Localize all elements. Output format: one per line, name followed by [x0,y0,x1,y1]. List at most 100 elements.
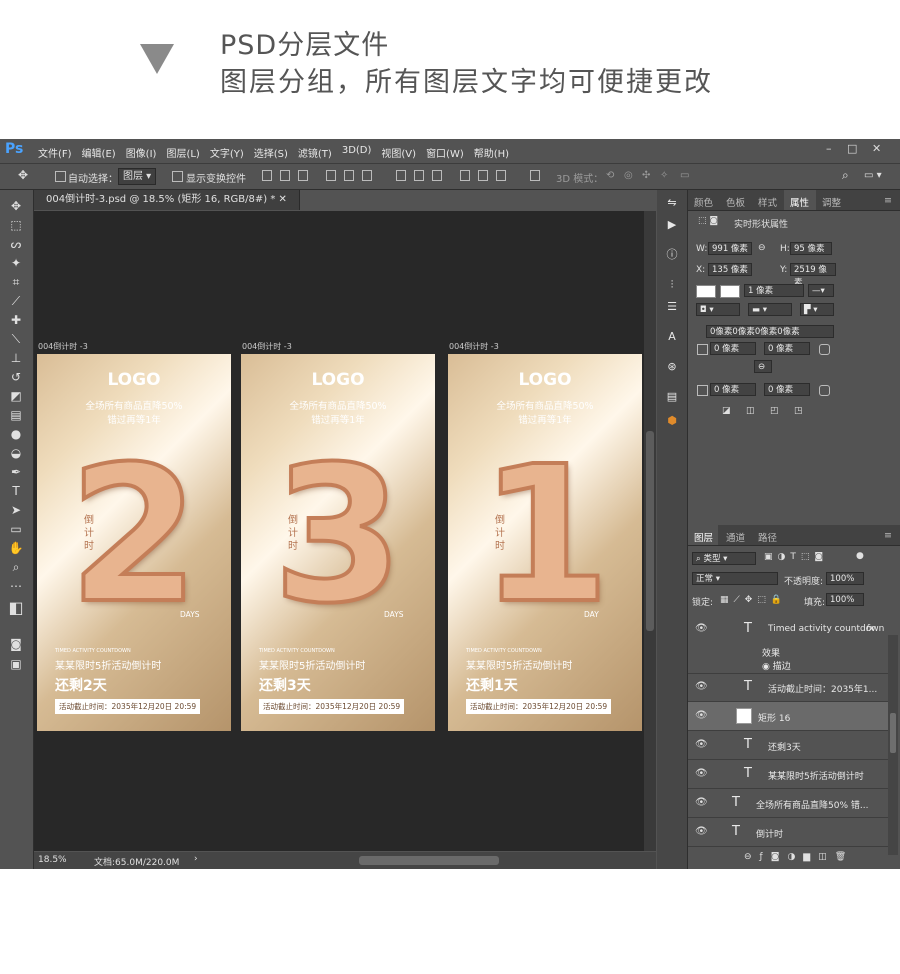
vertical-scrollbar[interactable] [644,211,656,851]
move-tool-icon[interactable]: ✥ [8,198,24,214]
close-tab-icon[interactable]: ✕ [279,194,287,205]
menu-edit[interactable]: 编辑(E) [82,145,116,160]
intersect-shapes-icon[interactable]: ◰ [770,406,779,416]
panel-menu-icon[interactable]: ≡ [884,530,892,541]
maximize-icon[interactable]: □ [847,142,857,155]
panel-menu-icon[interactable]: ≡ [884,195,892,206]
brush-settings-icon[interactable]: ⫶ [665,278,679,292]
document-tab[interactable]: 004倒计时-3.psd @ 18.5% (矩形 16, RGB/8#) * ✕ [34,190,300,210]
stroke-corners-dropdown[interactable]: ▛ ▾ [800,303,834,316]
history-icon[interactable]: ⇋ [665,196,679,210]
height-field[interactable]: 95 像素 [790,242,832,255]
hand-tool-icon[interactable]: ✋ [8,540,24,556]
tab-paths[interactable]: 路径 [758,530,777,544]
align-bottom-icon[interactable] [298,170,308,181]
layer-row[interactable]: 👁 T 倒计时 [688,818,888,847]
stroke-caps-dropdown[interactable]: ▬ ▾ [748,303,792,316]
clone-stamp-icon[interactable]: ⊥ [8,350,24,366]
eye-icon[interactable]: 👁 [695,710,708,721]
3d-rotate-icon[interactable]: ⟲ [606,170,614,181]
width-field[interactable]: 991 像素 [708,242,752,255]
tab-swatches[interactable]: 色板 [726,195,745,209]
tab-layers[interactable]: 图层 [694,530,713,544]
fill-field[interactable]: 100% [826,593,864,606]
eye-icon[interactable]: 👁 [695,681,708,692]
quick-mask-icon[interactable]: ◙ [8,636,24,652]
menu-window[interactable]: 窗口(W) [426,145,464,160]
tab-properties[interactable]: 属性 [790,195,809,209]
layer-row[interactable]: 👁 T 活动截止时间：2035年1... [688,673,888,702]
crop-tool-icon[interactable]: ⌗ [8,274,24,290]
align-left-icon[interactable] [326,170,336,181]
3d-icon[interactable]: ⬢ [665,414,679,428]
pen-tool-icon[interactable]: ✒ [8,464,24,480]
zoom-tool-icon[interactable]: ⌕ [8,559,24,575]
menu-layer[interactable]: 图层(L) [166,145,199,160]
tab-styles[interactable]: 样式 [758,195,777,209]
3d-roll-icon[interactable]: ◎ [624,170,633,181]
eye-icon[interactable]: 👁 [695,739,708,750]
tab-channels[interactable]: 通道 [726,530,745,544]
distribute-top-icon[interactable] [396,170,406,181]
brush-tool-icon[interactable]: ⟍ [8,331,24,347]
close-icon[interactable]: ✕ [872,142,881,155]
align-right-icon[interactable] [362,170,372,181]
eye-icon[interactable]: 👁 [695,768,708,779]
library-icon[interactable]: ▤ [665,390,679,404]
layer-row[interactable]: 👁 T 全场所有商品直降50% 错... [688,789,888,818]
radius-tr-field[interactable]: 0 像素 [764,342,810,355]
marquee-tool-icon[interactable]: ⬚ [8,217,24,233]
blend-mode-dropdown[interactable]: 正常 ▾ [692,572,778,585]
tab-color[interactable]: 颜色 [694,195,713,209]
more-tools-icon[interactable]: ⋯ [8,578,24,594]
eyedropper-icon[interactable]: ⟋ [8,293,24,309]
path-select-icon[interactable]: ➤ [8,502,24,518]
stroke-type-dropdown[interactable]: —▾ [808,284,834,297]
radius-bl-field[interactable]: 0 像素 [710,383,756,396]
magic-wand-icon[interactable]: ✦ [8,255,24,271]
screen-mode-icon[interactable]: ▣ [8,656,24,672]
layer-filter-dropdown[interactable]: ⌕ 类型 ▾ [692,552,756,565]
dodge-tool-icon[interactable]: ◒ [8,445,24,461]
color-swatches-icon[interactable]: ◧ [8,600,24,616]
zoom-level[interactable]: 18.5% [38,855,67,865]
canvas-area[interactable]: 004倒计时 -3 LOGO 全场所有商品直降50% 错过再等1年 2 倒计时 … [34,211,644,851]
radius-tl-field[interactable]: 0 像素 [710,342,756,355]
3d-scale-icon[interactable]: ▭ [680,170,689,181]
artboard-2[interactable]: LOGO 全场所有商品直降50% 错过再等1年 3 倒计时 DAYS TIMED… [241,354,435,731]
layer-row[interactable]: 👁 T 某某限时5折活动倒计时 [688,760,888,789]
stroke-align-dropdown[interactable]: ◘ ▾ [696,303,740,316]
layers-scrollbar[interactable] [888,635,898,855]
stroke-swatch[interactable] [720,285,740,298]
x-field[interactable]: 135 像素 [708,263,752,276]
distribute-right-icon[interactable] [496,170,506,181]
layers-scroll-thumb[interactable] [890,713,896,753]
layer-row-selected[interactable]: 👁 矩形 16 [688,702,888,731]
distribute-hcenter-icon[interactable] [478,170,488,181]
filter-toggle-icon[interactable]: ● [856,551,864,561]
tool-presets-icon[interactable]: ☰ [665,300,679,314]
healing-brush-icon[interactable]: ✚ [8,312,24,328]
gradient-tool-icon[interactable]: ▤ [8,407,24,423]
menu-type[interactable]: 文字(Y) [210,145,244,160]
tab-adjustments[interactable]: 调整 [822,195,841,209]
artboard-3[interactable]: LOGO 全场所有商品直降50% 错过再等1年 1 倒计时 DAY TIMED … [448,354,642,731]
status-menu-icon[interactable]: › [194,854,198,864]
auto-align-icon[interactable] [530,170,540,181]
combine-shapes-icon[interactable]: ◪ [722,406,731,416]
info-icon[interactable]: ⓘ [665,248,679,262]
subtract-shapes-icon[interactable]: ◫ [746,406,755,416]
rectangle-tool-icon[interactable]: ▭ [8,521,24,537]
distribute-left-icon[interactable] [460,170,470,181]
radius-br-field[interactable]: 0 像素 [764,383,810,396]
filter-icons[interactable]: ▣◑T⬚◙ [764,552,828,562]
eye-icon[interactable]: 👁 [695,623,708,634]
auto-select-checkbox[interactable] [55,171,66,182]
3d-slide-icon[interactable]: ✧ [660,170,668,181]
menu-help[interactable]: 帮助(H) [474,145,509,160]
eye-icon[interactable]: 👁 [695,826,708,837]
artboard-1[interactable]: LOGO 全场所有商品直降50% 错过再等1年 2 倒计时 DAYS TIMED… [37,354,231,731]
eraser-tool-icon[interactable]: ◩ [8,388,24,404]
auto-select-dropdown[interactable]: 图层 ▾ [118,168,157,185]
workspace-icon[interactable]: ▭ ▾ [864,170,882,181]
